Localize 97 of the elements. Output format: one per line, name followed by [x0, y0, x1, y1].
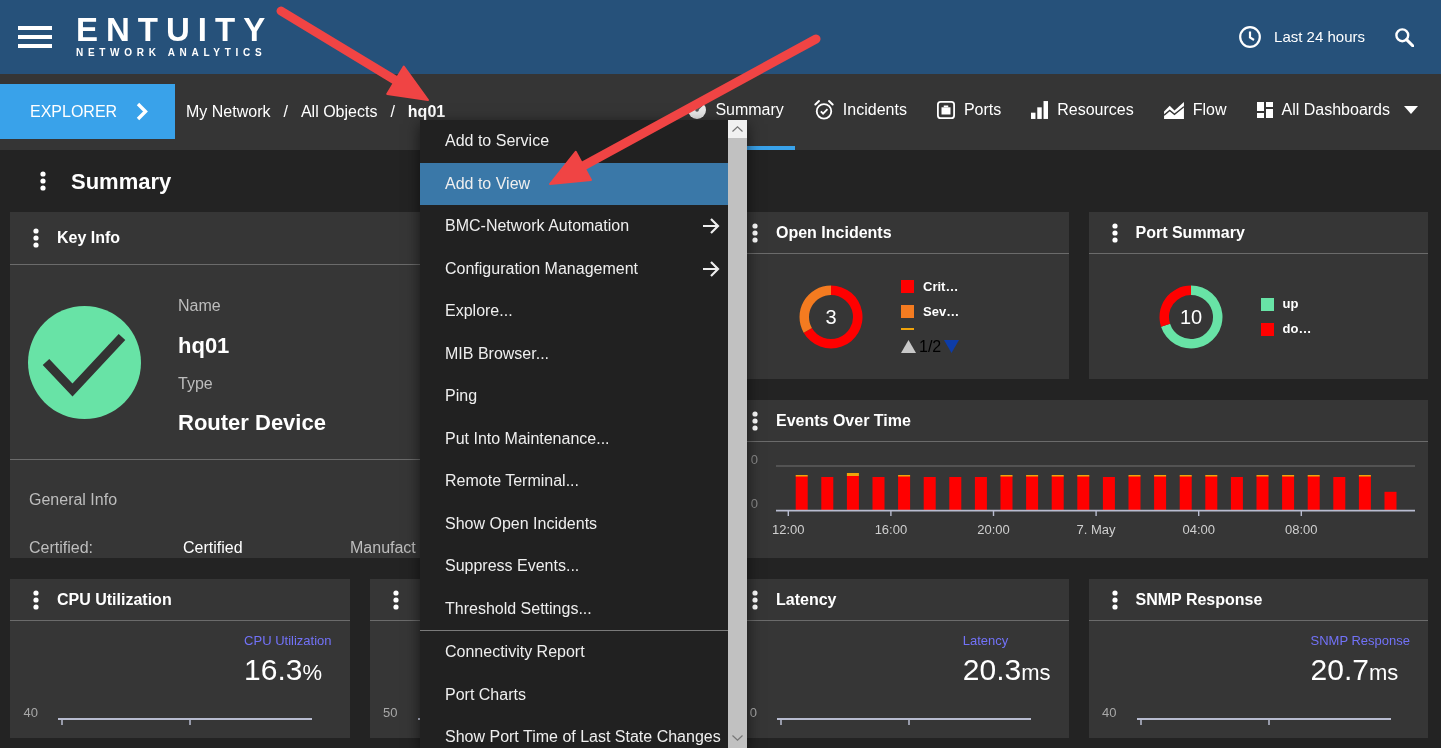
axis-label: 12:00	[772, 522, 805, 537]
metric-value: 16.3	[244, 652, 303, 688]
dashboard-icon	[1256, 102, 1273, 118]
logo-wordmark: ENTUITY	[76, 16, 274, 43]
search-icon[interactable]	[1395, 27, 1414, 47]
clock-icon	[1239, 26, 1262, 48]
nav-tab[interactable]: Incidents	[802, 100, 918, 120]
bar-chart-icon	[1031, 101, 1049, 119]
menu-item[interactable]: MIB Browser...	[420, 332, 728, 375]
axis-label: 50	[383, 705, 398, 721]
field-label: Type	[178, 374, 213, 394]
menu-item[interactable]: Add to View	[420, 162, 728, 205]
legend-label: Crit…	[923, 277, 959, 296]
axis-label: 40	[23, 705, 38, 721]
menu-item[interactable]: Remote Terminal...	[420, 460, 728, 503]
series-label: SNMP Response	[1310, 632, 1410, 650]
kebab-menu-icon[interactable]	[40, 171, 46, 191]
legend-label: Sev…	[923, 302, 960, 321]
panel-title: SNMP Response	[1135, 589, 1263, 610]
logo-tagline: NETWORK ANALYTICS	[76, 46, 267, 58]
menu-item[interactable]: Port Charts	[420, 673, 728, 716]
legend-label: do…	[1282, 320, 1312, 339]
kebab-menu-icon[interactable]	[752, 222, 758, 243]
section-heading: General Info	[29, 490, 118, 510]
kebab-menu-icon[interactable]	[392, 589, 399, 610]
kebab-menu-icon[interactable]	[33, 228, 39, 248]
chevron-down-icon	[732, 735, 743, 741]
time-range-button[interactable]: Last 24 hours	[1239, 25, 1365, 49]
panel-title: CPU Utilization	[57, 589, 172, 610]
menu-icon[interactable]	[18, 26, 52, 48]
field-value: Router Device	[178, 409, 326, 437]
menu-item[interactable]: Put Into Maintenance...	[420, 417, 728, 460]
axis-label: 16:00	[874, 522, 908, 537]
kebab-menu-icon[interactable]	[33, 589, 39, 610]
chevron-right-icon	[136, 102, 149, 121]
axis-label: 7. May	[1076, 522, 1116, 537]
breadcrumb-separator: /	[283, 102, 288, 122]
menu-item[interactable]: Configuration Management	[420, 247, 728, 290]
breadcrumb-separator: /	[390, 102, 395, 122]
axis-label: 40	[1102, 705, 1117, 721]
menu-item[interactable]: Add to Service	[420, 120, 728, 163]
alarm-clock-icon	[813, 100, 834, 120]
panel-title: Key Info	[57, 228, 121, 248]
field-label: Name	[178, 296, 221, 316]
nav-tab[interactable]: Flow	[1152, 100, 1238, 120]
panel-title: Port Summary	[1135, 222, 1245, 243]
kebab-menu-icon[interactable]	[752, 589, 758, 610]
menu-item[interactable]: Threshold Settings...	[420, 587, 728, 630]
kebab-menu-icon[interactable]	[1111, 589, 1118, 610]
axis-label: 04:00	[1182, 522, 1215, 537]
metric-unit: %	[302, 659, 323, 687]
panel-title: Events Over Time	[776, 410, 911, 431]
nav-tab[interactable]: Resources	[1020, 100, 1145, 120]
menu-item[interactable]: Connectivity Report	[420, 631, 728, 674]
menu-item[interactable]: Ping	[420, 375, 728, 418]
nav-tab[interactable]: Ports	[925, 100, 1013, 120]
axis-label: 08:00	[1285, 522, 1318, 537]
menu-scrollbar[interactable]	[728, 120, 747, 748]
axis-label: 0	[750, 451, 758, 467]
breadcrumb-current: hq01	[407, 102, 446, 122]
field-value: hq01	[178, 332, 230, 360]
chevron-up-icon	[732, 126, 743, 132]
panel-title: Open Incidents	[776, 222, 892, 243]
metric-unit: ms	[1021, 659, 1051, 687]
nav-tab[interactable]: Summary	[677, 100, 795, 120]
arrow-right-icon	[702, 218, 720, 234]
field-label: Certified:	[29, 540, 94, 556]
breadcrumb-link[interactable]: All Objects	[300, 100, 378, 124]
axis-label: 0	[749, 705, 757, 721]
series-label: CPU Utilization	[244, 632, 332, 650]
caret-down-icon	[1404, 106, 1418, 114]
dashboards-dropdown[interactable]: All Dashboards	[1245, 100, 1429, 120]
metric-unit: ms	[1368, 659, 1399, 687]
metric-value: 20.3	[962, 652, 1022, 688]
menu-item[interactable]: Show Open Incidents	[420, 502, 728, 545]
panel-title: Latency	[776, 589, 837, 610]
menu-item[interactable]: Suppress Events...	[420, 545, 728, 588]
series-label: Latency	[962, 632, 1009, 650]
network-port-icon	[936, 101, 955, 119]
axis-label: 20:00	[977, 522, 1010, 537]
page-title: Summary	[71, 167, 172, 196]
area-chart-icon	[1163, 101, 1184, 119]
scroll-up-button[interactable]	[728, 120, 747, 138]
field-label: Manufact	[350, 540, 416, 556]
kebab-menu-icon[interactable]	[752, 410, 758, 431]
breadcrumb-link[interactable]: My Network	[186, 100, 271, 124]
legend-label: up	[1282, 295, 1299, 314]
menu-item[interactable]: BMC-Network Automation	[420, 205, 728, 248]
donut-total: 10	[1179, 305, 1202, 328]
donut-total: 3	[825, 305, 837, 328]
menu-item[interactable]: Explore...	[420, 290, 728, 333]
metric-value: 20.7	[1310, 652, 1369, 688]
field-value: Certified	[183, 540, 243, 556]
menu-item[interactable]: Show Port Time of Last State Changes	[420, 716, 728, 748]
arrow-right-icon	[702, 260, 720, 277]
axis-label: 0	[750, 495, 758, 511]
kebab-menu-icon[interactable]	[1111, 222, 1118, 243]
